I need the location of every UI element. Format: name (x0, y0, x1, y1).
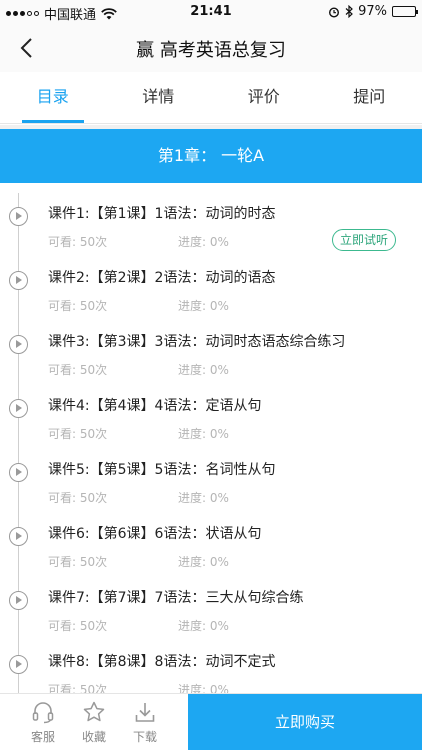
lesson-title: 课件6:【第6课】6语法：状语从句 (48, 526, 262, 542)
lesson-title: 课件7:【第7课】7语法：三大从句综合练 (48, 590, 304, 606)
favorite-button[interactable]: 收藏 (69, 700, 119, 745)
list-item[interactable]: 课件7:【第7课】7语法：三大从句综合练 可看: 50次 进度: 0% (0, 567, 422, 633)
list-item[interactable]: 课件4:【第4课】4语法：定语从句 可看: 50次 进度: 0% (0, 375, 422, 441)
lesson-title: 课件8:【第8课】8语法：动词不定式 (48, 654, 276, 670)
battery-icon (392, 6, 418, 17)
list-item[interactable]: 课件5:【第5课】5语法：名词性从句 可看: 50次 进度: 0% (0, 439, 422, 505)
tab-bar: 目录 详情 评价 提问 (0, 72, 422, 124)
list-item[interactable]: 课件3:【第3课】3语法：动词时态语态综合练习 可看: 50次 进度: 0% (0, 311, 422, 377)
status-right: 97% (328, 4, 418, 19)
battery-percent: 97% (358, 4, 387, 19)
play-icon (9, 463, 28, 482)
view-count: 可看: 50次 (48, 683, 108, 693)
status-bar: 中国联通 21:41 97% (0, 0, 422, 24)
customer-service-button[interactable]: 客服 (18, 700, 68, 745)
page-title: 赢 高考英语总复习 (136, 40, 286, 61)
play-icon (9, 207, 28, 226)
star-icon (83, 701, 105, 722)
tab-questions[interactable]: 提问 (317, 72, 422, 123)
list-item[interactable]: 课件6:【第6课】6语法：状语从句 可看: 50次 进度: 0% (0, 503, 422, 569)
chapter-header[interactable]: 第1章： 一轮A (0, 129, 422, 183)
customer-service-label: 客服 (30, 730, 55, 744)
download-button[interactable]: 下载 (120, 700, 170, 745)
tab-reviews[interactable]: 评价 (211, 72, 317, 123)
play-icon (9, 335, 28, 354)
play-icon (9, 399, 28, 418)
bottom-bar: 客服 收藏 下载 立即购买 (0, 693, 422, 750)
list-item[interactable]: 课件2:【第2课】2语法：动词的语态 可看: 50次 进度: 0% (0, 247, 422, 313)
lesson-title: 课件3:【第3课】3语法：动词时态语态综合练习 (48, 334, 346, 350)
play-icon (9, 655, 28, 674)
list-item[interactable]: 课件1:【第1课】1语法：动词的时态 可看: 50次 进度: 0% 立即试听 (0, 183, 422, 251)
tab-catalog[interactable]: 目录 (0, 72, 106, 123)
list-item[interactable]: 课件8:【第8课】8语法：动词不定式 可看: 50次 进度: 0% (0, 631, 422, 693)
download-label: 下载 (132, 730, 157, 744)
play-icon (9, 271, 28, 290)
play-icon (9, 591, 28, 610)
lesson-title: 课件2:【第2课】2语法：动词的语态 (48, 270, 276, 286)
lesson-title: 课件1:【第1课】1语法：动词的时态 (48, 206, 276, 222)
bluetooth-icon (345, 5, 353, 18)
lesson-title: 课件5:【第5课】5语法：名词性从句 (48, 462, 276, 478)
alarm-icon (329, 6, 340, 18)
play-icon (9, 527, 28, 546)
nav-bar: 赢 高考英语总复习 (0, 24, 422, 72)
download-icon (135, 703, 155, 722)
tab-details[interactable]: 详情 (106, 72, 212, 123)
lesson-title: 课件4:【第4课】4语法：定语从句 (48, 398, 262, 414)
favorite-label: 收藏 (81, 730, 106, 744)
headset-icon (32, 702, 54, 724)
buy-now-button[interactable]: 立即购买 (188, 694, 422, 750)
lesson-list: 课件1:【第1课】1语法：动词的时态 可看: 50次 进度: 0% 立即试听 课… (0, 183, 422, 693)
progress-text: 进度: 0% (178, 683, 229, 693)
